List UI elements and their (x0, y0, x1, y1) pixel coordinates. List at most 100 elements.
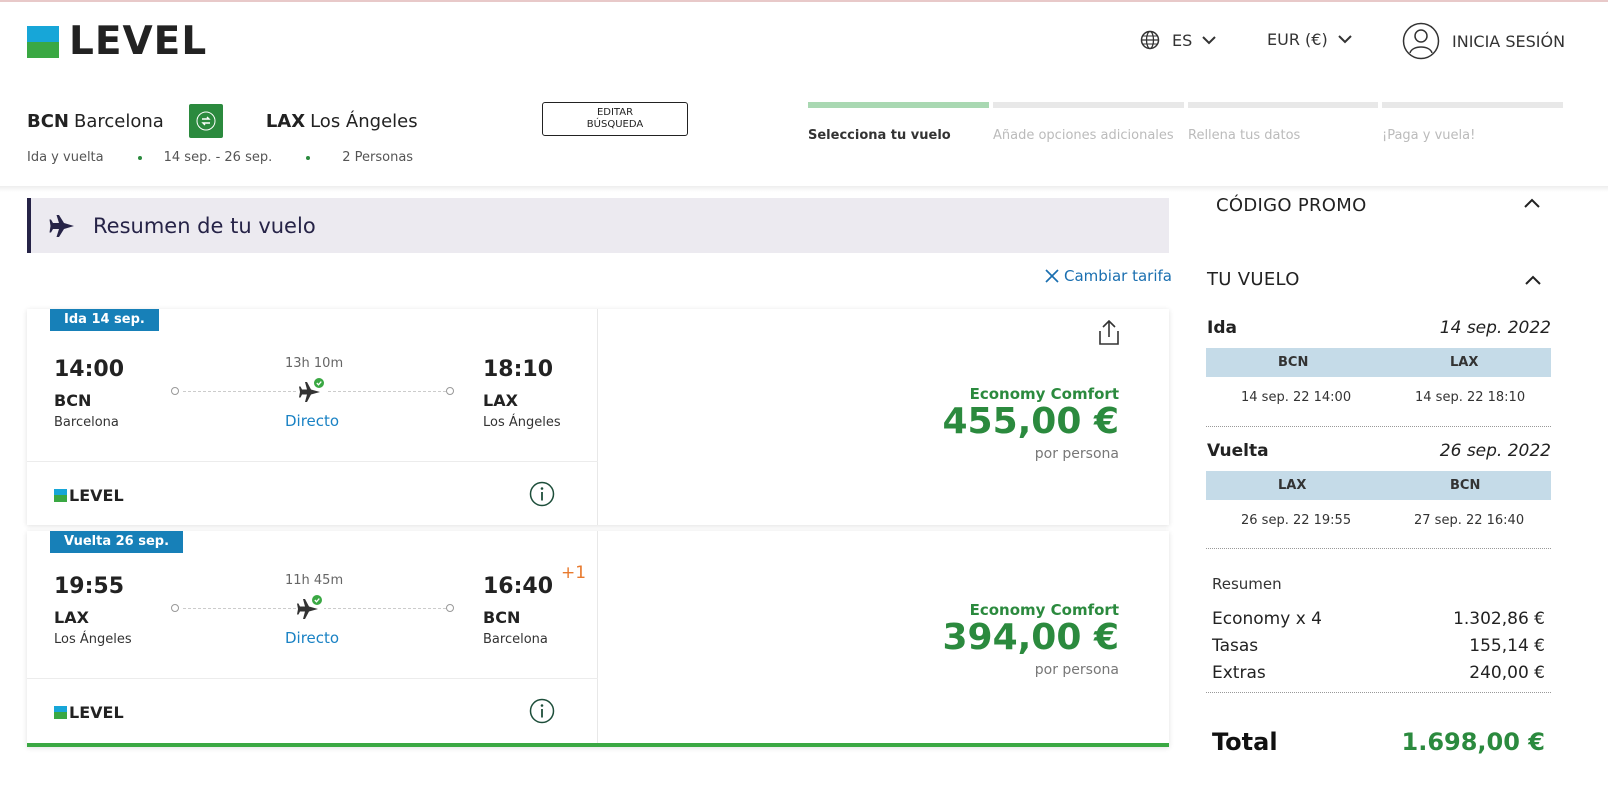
leg-from: LAX (1278, 478, 1307, 493)
price-summary-title: Resumen (1212, 575, 1282, 593)
arrival-city: Los Ángeles (483, 415, 561, 430)
departure-city: Los Ángeles (54, 632, 132, 647)
step-bar-3 (1188, 102, 1378, 108)
price-line-value: 240,00 € (1469, 663, 1545, 683)
departure-time: 14:00 (54, 357, 125, 382)
step-label-2: Añade opciones adicionales (993, 128, 1174, 143)
leg-to: LAX (1450, 355, 1479, 370)
airline-name: LEVEL (69, 703, 124, 722)
outbound-flight-card[interactable]: Ida 14 sep. 14:00 BCN Barcelona 13h 10m … (27, 309, 1169, 525)
promo-code-toggle[interactable]: CÓDIGO PROMO (1216, 195, 1367, 216)
route-start-dot (171, 387, 179, 395)
trip-passengers: 2 Personas (342, 150, 414, 165)
price-line: Tasas 155,14 € (1212, 636, 1545, 656)
separator-dot (137, 155, 142, 160)
leg-from-datetime: 14 sep. 22 14:00 (1241, 390, 1352, 405)
chevron-up-icon[interactable] (1525, 275, 1541, 286)
arrival-time: 16:40 (483, 574, 554, 599)
route-end-dot (446, 604, 454, 612)
step-bar-1 (808, 102, 989, 108)
separator-dot (306, 155, 311, 160)
info-icon[interactable] (529, 481, 555, 507)
price-line-value: 1.302,86 € (1453, 609, 1545, 629)
language-selector[interactable]: ES (1140, 30, 1216, 50)
leg-to-datetime: 27 sep. 22 16:40 (1414, 513, 1525, 528)
price-line: Economy x 4 1.302,86 € (1212, 609, 1545, 629)
leg-from-datetime: 26 sep. 22 19:55 (1241, 513, 1352, 528)
change-fare-label: Cambiar tarifa (1064, 267, 1172, 285)
leg-route-bar: BCN LAX (1206, 348, 1551, 377)
price-line-label: Tasas (1212, 636, 1259, 656)
total-value: 1.698,00 € (1401, 728, 1545, 756)
leg-to: BCN (1450, 478, 1481, 493)
leg-label: Vuelta (1207, 441, 1269, 461)
fare-price: 455,00 € (942, 401, 1119, 442)
leg-from: BCN (1278, 355, 1309, 370)
step-bar-4 (1382, 102, 1563, 108)
price-line-value: 155,14 € (1469, 636, 1545, 656)
direct-flight-icon (298, 378, 326, 403)
arrival-time: 18:10 (483, 357, 554, 382)
departure-code: LAX (54, 608, 89, 627)
leg-to-datetime: 14 sep. 22 18:10 (1415, 390, 1526, 405)
flight-summary-title: Resumen de tu vuelo (93, 213, 316, 238)
edit-search-label-1: EDITAR (596, 107, 634, 118)
return-flight-card[interactable]: Vuelta 26 sep. 19:55 LAX Los Ángeles 11h… (27, 531, 1169, 747)
step-label-4: ¡Paga y vuela! (1382, 128, 1476, 143)
leg-date: 26 sep. 2022 (1439, 441, 1551, 461)
close-icon (1045, 269, 1059, 283)
direct-flight-icon (296, 595, 324, 620)
user-icon (1402, 22, 1440, 60)
login-label: INICIA SESIÓN (1452, 31, 1566, 51)
flight-details: Vuelta 26 sep. 19:55 LAX Los Ángeles 11h… (27, 531, 598, 743)
login-link[interactable]: INICIA SESIÓN (1402, 22, 1565, 60)
edit-search-button[interactable]: EDITAR BÚSQUEDA (542, 102, 688, 136)
total-row: Total 1.698,00 € (1212, 728, 1545, 756)
departure-city: Barcelona (54, 415, 119, 430)
arrival-city: Barcelona (483, 632, 548, 647)
price-line: Extras 240,00 € (1212, 663, 1545, 683)
airplane-icon (49, 214, 74, 237)
card-divider (27, 678, 598, 679)
route-start-dot (171, 604, 179, 612)
origin-code: BCN (27, 110, 69, 132)
arrival-code: BCN (483, 608, 521, 627)
price-line-label: Economy x 4 (1212, 609, 1322, 629)
origin-city: Barcelona (74, 110, 164, 132)
total-label: Total (1212, 728, 1278, 756)
airline-name: LEVEL (69, 486, 124, 505)
info-icon[interactable] (529, 698, 555, 724)
chevron-down-icon (1202, 35, 1216, 44)
airline-logo: LEVEL (54, 703, 124, 722)
flight-type: Directo (285, 629, 340, 647)
day-offset-badge: +1 (561, 563, 587, 583)
dest-city: Los Ángeles (310, 110, 418, 132)
edit-search-label-2: BÚSQUEDA (586, 119, 644, 130)
dest-code: LAX (265, 110, 306, 132)
language-label: ES (1172, 30, 1193, 50)
flight-duration: 13h 10m (285, 356, 344, 371)
trip-dates: 14 sep. - 26 sep. (163, 150, 273, 165)
price-line-label: Extras (1212, 663, 1266, 683)
airline-logo: LEVEL (54, 486, 124, 505)
share-icon[interactable] (1097, 320, 1121, 346)
flight-tag: Ida 14 sep. (50, 309, 159, 331)
change-fare-link[interactable]: Cambiar tarifa (1044, 267, 1172, 285)
step-label-1[interactable]: Selecciona tu vuelo (808, 128, 951, 143)
flight-type: Directo (285, 412, 340, 430)
flight-tag: Vuelta 26 sep. (50, 531, 184, 553)
your-flight-toggle[interactable]: TU VUELO (1207, 269, 1300, 290)
chevron-down-icon (1337, 35, 1352, 44)
currency-selector[interactable]: EUR (€) (1267, 30, 1352, 49)
level-logo[interactable]: LEVEL (27, 22, 207, 62)
header-shadow (0, 186, 1608, 192)
top-border (0, 0, 1608, 2)
route-summary: BCN Barcelona LAX Los Ángeles (27, 104, 418, 138)
globe-icon (1140, 30, 1160, 50)
trip-meta: Ida y vuelta 14 sep. - 26 sep. 2 Persona… (27, 150, 413, 165)
chevron-up-icon[interactable] (1524, 198, 1540, 209)
leg-label: Ida (1207, 318, 1237, 338)
departure-code: BCN (54, 391, 92, 410)
departure-time: 19:55 (54, 574, 125, 599)
card-divider (27, 461, 598, 462)
